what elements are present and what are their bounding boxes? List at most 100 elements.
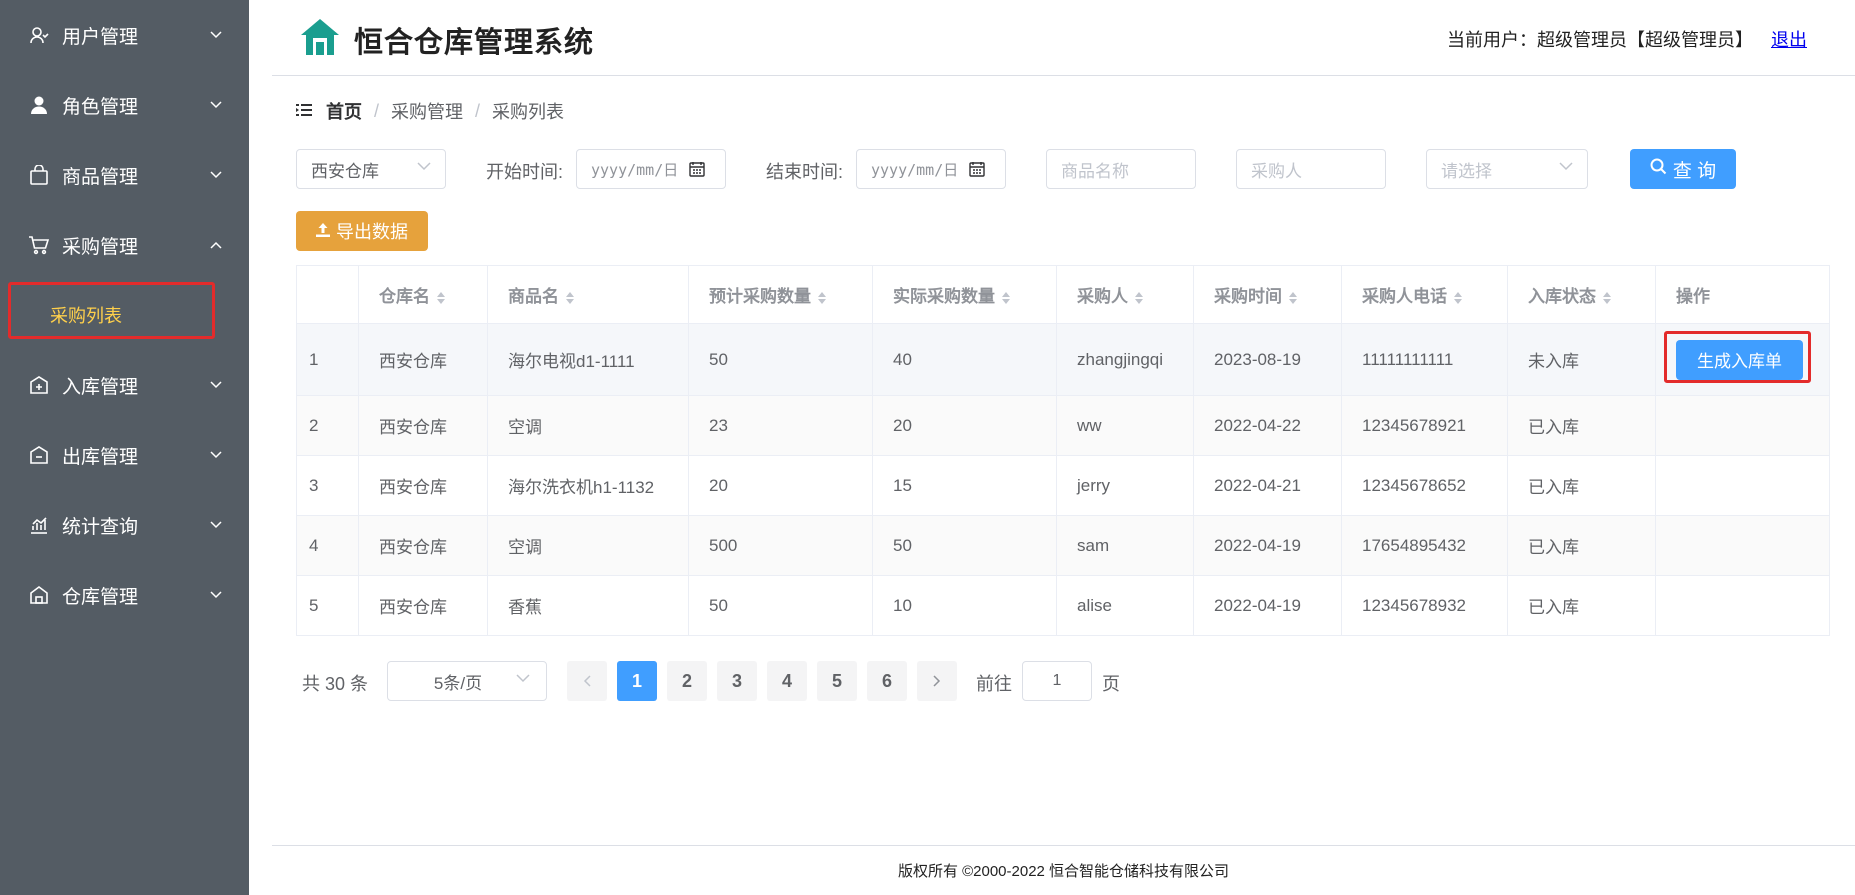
cell-action	[1655, 575, 1830, 636]
end-date-placeholder: yyyy/mm/日	[871, 160, 959, 179]
page-button-4[interactable]: 4	[767, 661, 807, 701]
sidebar-item-label: 采购管理	[62, 236, 139, 258]
next-page-button[interactable]	[917, 661, 957, 701]
sort-icon	[437, 291, 445, 304]
cell-product: 空调	[487, 515, 689, 576]
sidebar: 用户管理 角色管理 商品管理 采购管理 采购列表 入库管理 出库管理 统计查询 …	[0, 0, 249, 895]
column-header-status[interactable]: 入库状态	[1507, 265, 1656, 324]
start-date-input[interactable]: yyyy/mm/日	[576, 149, 726, 189]
header: 恒合仓库管理系统 当前用户：超级管理员【超级管理员】 退出	[272, 0, 1855, 76]
calendar-icon[interactable]	[969, 161, 985, 177]
current-user-label: 当前用户：超级管理员【超级管理员】	[1447, 30, 1753, 50]
start-date-placeholder: yyyy/mm/日	[591, 160, 679, 179]
house-logo-icon	[299, 16, 341, 58]
cell-planned: 50	[688, 323, 873, 396]
table-header-row: 仓库名 商品名 预计采购数量 实际采购数量 采购人 采购时间 采购人电话 入库状…	[296, 265, 1830, 324]
calendar-icon[interactable]	[689, 161, 705, 177]
sort-icon	[1135, 291, 1143, 304]
end-date-input[interactable]: yyyy/mm/日	[856, 149, 1006, 189]
logout-link[interactable]: 退出	[1771, 26, 1807, 52]
cell-index: 2	[296, 395, 359, 456]
warehouse-icon	[28, 584, 50, 606]
upload-icon	[316, 221, 330, 242]
cell-product: 海尔电视d1-1111	[487, 323, 689, 396]
sidebar-item-label: 商品管理	[62, 166, 139, 188]
chevron-down-icon	[209, 378, 223, 392]
highlight-box	[8, 282, 215, 339]
column-header-buyer[interactable]: 采购人	[1056, 265, 1194, 324]
query-button[interactable]: 查 询	[1630, 149, 1736, 189]
chevron-down-icon	[209, 98, 223, 112]
page-button-2[interactable]: 2	[667, 661, 707, 701]
cell-date: 2022-04-21	[1193, 455, 1342, 516]
bag-icon	[28, 164, 50, 186]
column-header-actual-qty[interactable]: 实际采购数量	[872, 265, 1057, 324]
sidebar-item-user-management[interactable]: 用户管理	[0, 0, 249, 70]
page-button-6[interactable]: 6	[867, 661, 907, 701]
cell-actual: 15	[872, 455, 1057, 516]
sidebar-item-purchase-management[interactable]: 采购管理	[0, 210, 249, 280]
menu-fold-icon[interactable]	[296, 102, 314, 120]
user-info: 当前用户：超级管理员【超级管理员】 退出	[1447, 26, 1807, 52]
status-select-placeholder: 请选择	[1441, 161, 1492, 181]
product-name-placeholder: 商品名称	[1061, 161, 1129, 181]
generate-inbound-button[interactable]: 生成入库单	[1676, 339, 1803, 380]
sidebar-item-product-management[interactable]: 商品管理	[0, 140, 249, 210]
cell-actual: 50	[872, 515, 1057, 576]
cell-status: 已入库	[1507, 575, 1656, 636]
sidebar-item-label: 统计查询	[62, 516, 139, 538]
column-header-planned-qty[interactable]: 预计采购数量	[688, 265, 873, 324]
cell-planned: 23	[688, 395, 873, 456]
sort-icon	[1289, 291, 1297, 304]
column-header-phone[interactable]: 采购人电话	[1341, 265, 1508, 324]
page-button-3[interactable]: 3	[717, 661, 757, 701]
warehouse-select-value: 西安仓库	[311, 161, 379, 181]
chevron-left-icon	[583, 671, 591, 692]
cell-warehouse: 西安仓库	[358, 455, 488, 516]
status-select[interactable]: 请选择	[1426, 149, 1588, 189]
buyer-input[interactable]: 采购人	[1236, 149, 1386, 189]
page-jump-input[interactable]: 1	[1022, 661, 1092, 701]
warehouse-select[interactable]: 西安仓库	[296, 149, 446, 189]
breadcrumb-separator: /	[475, 100, 481, 121]
table-row: 4 西安仓库 空调 500 50 sam 2022-04-19 17654895…	[296, 515, 1830, 576]
chevron-down-icon	[209, 588, 223, 602]
cell-buyer: ww	[1056, 395, 1194, 456]
chevron-up-icon	[209, 238, 223, 252]
prev-page-button[interactable]	[567, 661, 607, 701]
cell-planned: 20	[688, 455, 873, 516]
cell-date: 2022-04-22	[1193, 395, 1342, 456]
cell-phone: 17654895432	[1341, 515, 1508, 576]
cell-buyer: alise	[1056, 575, 1194, 636]
cell-product: 空调	[487, 395, 689, 456]
cell-action: 生成入库单	[1655, 323, 1830, 396]
breadcrumb-home[interactable]: 首页	[326, 98, 362, 124]
cell-buyer: jerry	[1056, 455, 1194, 516]
sidebar-item-label: 出库管理	[62, 446, 139, 468]
product-name-input[interactable]: 商品名称	[1046, 149, 1196, 189]
sidebar-item-warehouse-management[interactable]: 仓库管理	[0, 560, 249, 630]
app-title: 恒合仓库管理系统	[354, 27, 595, 59]
column-header-product[interactable]: 商品名	[487, 265, 689, 324]
query-button-label: 查 询	[1672, 160, 1717, 182]
page-button-5[interactable]: 5	[817, 661, 857, 701]
pagination-goto-label: 前往	[976, 674, 1012, 694]
table-row: 3 西安仓库 海尔洗衣机h1-1132 20 15 jerry 2022-04-…	[296, 455, 1830, 516]
sidebar-item-role-management[interactable]: 角色管理	[0, 70, 249, 140]
column-header-warehouse[interactable]: 仓库名	[358, 265, 488, 324]
pagination-page-suffix: 页	[1102, 674, 1120, 694]
sidebar-item-outbound-management[interactable]: 出库管理	[0, 420, 249, 490]
page-size-select[interactable]: 5条/页	[387, 661, 547, 701]
column-header-index	[296, 265, 359, 324]
cell-buyer: zhangjingqi	[1056, 323, 1194, 396]
sidebar-item-inbound-management[interactable]: 入库管理	[0, 350, 249, 420]
chart-icon	[28, 514, 50, 536]
page-size-value: 5条/页	[433, 673, 483, 693]
page-button-1[interactable]: 1	[617, 661, 657, 701]
column-header-date[interactable]: 采购时间	[1193, 265, 1342, 324]
chevron-down-icon	[209, 448, 223, 462]
export-button[interactable]: 导出数据	[296, 211, 428, 251]
table-row: 2 西安仓库 空调 23 20 ww 2022-04-22 1234567892…	[296, 395, 1830, 456]
sidebar-item-statistics[interactable]: 统计查询	[0, 490, 249, 560]
cell-phone: 11111111111	[1341, 323, 1508, 396]
